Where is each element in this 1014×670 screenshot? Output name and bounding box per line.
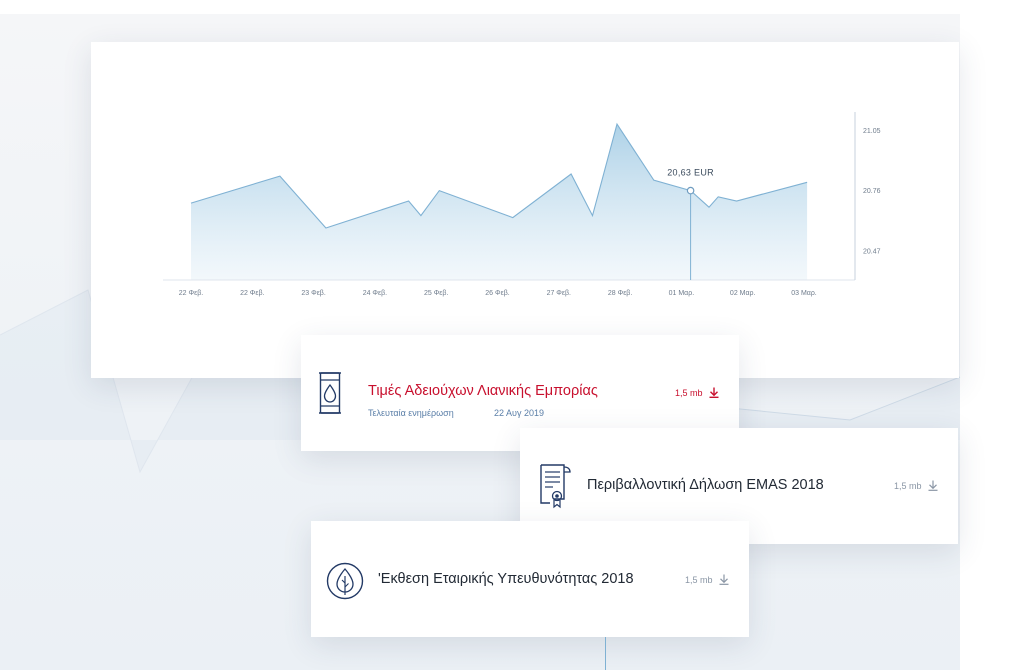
x-tick-label: 22 Φεβ. xyxy=(240,290,264,297)
document-card-csr[interactable]: 'Εκθεση Εταιρικής Υπευθυνότητας 2018 1,5… xyxy=(311,521,749,637)
file-size-download[interactable]: 1,5 mb xyxy=(675,387,719,398)
leaf-icon xyxy=(326,562,364,605)
file-size-label: 1,5 mb xyxy=(685,574,713,585)
x-tick-label: 22 Φεβ. xyxy=(179,290,203,297)
y-tick-label: 21.05 xyxy=(863,128,881,135)
x-tick-label: 28 Φεβ. xyxy=(608,290,632,297)
tooltip-label: 20,63 EUR xyxy=(667,168,714,178)
document-title[interactable]: Τιμές Αδειούχων Λιανικής Εμπορίας xyxy=(368,383,598,399)
price-chart-card: 21.05 20.76 20.47 22 Φεβ. 22 Φεβ. 23 Φεβ. 24 Φ… xyxy=(91,42,959,378)
x-tick-label: 02 Μαρ. xyxy=(730,290,756,297)
x-tick-label: 24 Φεβ. xyxy=(363,290,387,297)
file-size-label: 1,5 mb xyxy=(675,387,703,398)
y-tick-label: 20.76 xyxy=(863,188,881,195)
oil-barrel-icon xyxy=(319,371,341,420)
file-size-download[interactable]: 1,5 mb xyxy=(894,480,938,491)
last-update-date: 22 Αυγ 2019 xyxy=(494,408,544,418)
file-size-label: 1,5 mb xyxy=(894,480,922,491)
download-icon[interactable] xyxy=(719,574,729,585)
download-icon[interactable] xyxy=(928,480,938,491)
x-tick-label: 03 Μαρ. xyxy=(791,290,817,297)
last-update-label: Τελευταία ενημέρωση xyxy=(368,408,454,418)
x-tick-label: 25 Φεβ. xyxy=(424,290,448,297)
connector-line xyxy=(605,637,606,670)
x-tick-label: 23 Φεβ. xyxy=(301,290,325,297)
download-icon[interactable] xyxy=(709,387,719,398)
x-tick-label: 27 Φεβ. xyxy=(547,290,571,297)
x-tick-label: 26 Φεβ. xyxy=(485,290,509,297)
y-tick-label: 20.47 xyxy=(863,248,881,255)
certificate-icon xyxy=(538,463,574,514)
price-chart: 21.05 20.76 20.47 22 Φεβ. 22 Φεβ. 23 Φεβ. 24 Φ… xyxy=(163,112,881,297)
document-title[interactable]: Περιβαλλοντική Δήλωση EMAS 2018 xyxy=(587,477,824,493)
x-tick-label: 01 Μαρ. xyxy=(669,290,695,297)
file-size-download[interactable]: 1,5 mb xyxy=(685,574,729,585)
series-area xyxy=(191,124,808,280)
stage: 21.05 20.76 20.47 22 Φεβ. 22 Φεβ. 23 Φεβ. 24 Φ… xyxy=(0,0,1014,670)
document-title[interactable]: 'Εκθεση Εταιρικής Υπευθυνότητας 2018 xyxy=(378,571,634,587)
tooltip-marker xyxy=(686,186,695,195)
